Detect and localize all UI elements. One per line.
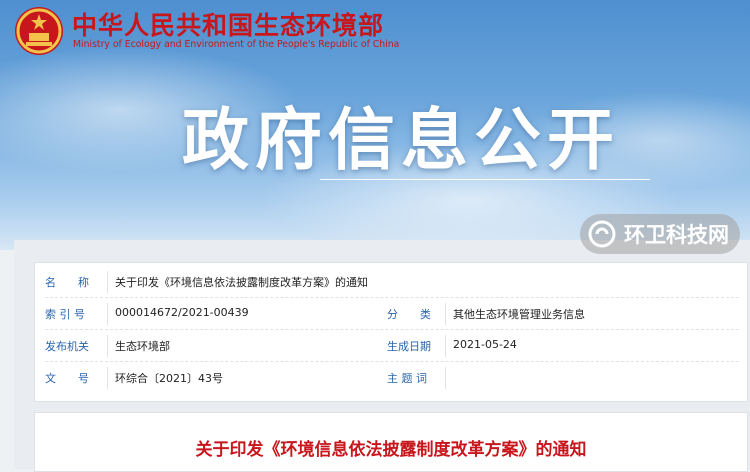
index-label: 索 引 号: [45, 308, 85, 321]
document-metadata-table: 名 称 关于印发《环境信息依法披露制度改革方案》的通知 索 引 号 000014…: [34, 262, 748, 402]
docno-value: 环综合〔2021〕43号: [115, 372, 223, 385]
document-title-panel: 关于印发《环境信息依法披露制度改革方案》的通知: [34, 412, 748, 472]
index-value: 000014672/2021-00439: [115, 306, 249, 319]
column-divider: [107, 303, 108, 325]
banner-divider: [320, 179, 650, 180]
ministry-name-en[interactable]: Ministry of Ecology and Environment of t…: [73, 39, 399, 50]
column-divider: [445, 335, 446, 357]
column-divider: [445, 367, 446, 389]
column-divider: [107, 335, 108, 357]
column-divider: [107, 367, 108, 389]
name-label: 名 称: [45, 276, 89, 289]
metadata-row-issuer: 发布机关 生态环境部 生成日期 2021-05-24: [45, 331, 739, 362]
issuer-value: 生态环境部: [115, 340, 170, 353]
category-label: 分 类: [387, 308, 431, 321]
page-banner-title: 政府信息公开: [182, 101, 620, 179]
column-divider: [445, 303, 446, 325]
ministry-name-cn[interactable]: 中华人民共和国生态环境部: [72, 6, 384, 42]
name-value: 关于印发《环境信息依法披露制度改革方案》的通知: [115, 276, 368, 289]
subject-label: 主 题 词: [387, 372, 427, 385]
watermark-text: 环卫科技网: [624, 223, 729, 247]
watermark-badge: 环卫科技网: [580, 214, 740, 254]
docno-label: 文 号: [45, 372, 89, 385]
date-value: 2021-05-24: [453, 338, 517, 351]
metadata-row-name: 名 称 关于印发《环境信息依法披露制度改革方案》的通知: [45, 267, 739, 298]
document-title: 关于印发《环境信息依法披露制度改革方案》的通知: [195, 440, 587, 460]
date-label: 生成日期: [387, 340, 431, 353]
category-value: 其他生态环境管理业务信息: [453, 308, 585, 321]
issuer-label: 发布机关: [45, 340, 89, 353]
national-emblem-icon[interactable]: [14, 6, 64, 56]
header-banner: 中华人民共和国生态环境部 Ministry of Ecology and Env…: [0, 0, 750, 250]
metadata-row-docno: 文 号 环综合〔2021〕43号 主 题 词: [45, 363, 739, 393]
metadata-row-index: 索 引 号 000014672/2021-00439 分 类 其他生态环境管理业…: [45, 299, 739, 330]
main-content: 名 称 关于印发《环境信息依法披露制度改革方案》的通知 索 引 号 000014…: [14, 240, 750, 472]
watermark-logo-icon: [588, 220, 616, 248]
column-divider: [107, 271, 108, 293]
